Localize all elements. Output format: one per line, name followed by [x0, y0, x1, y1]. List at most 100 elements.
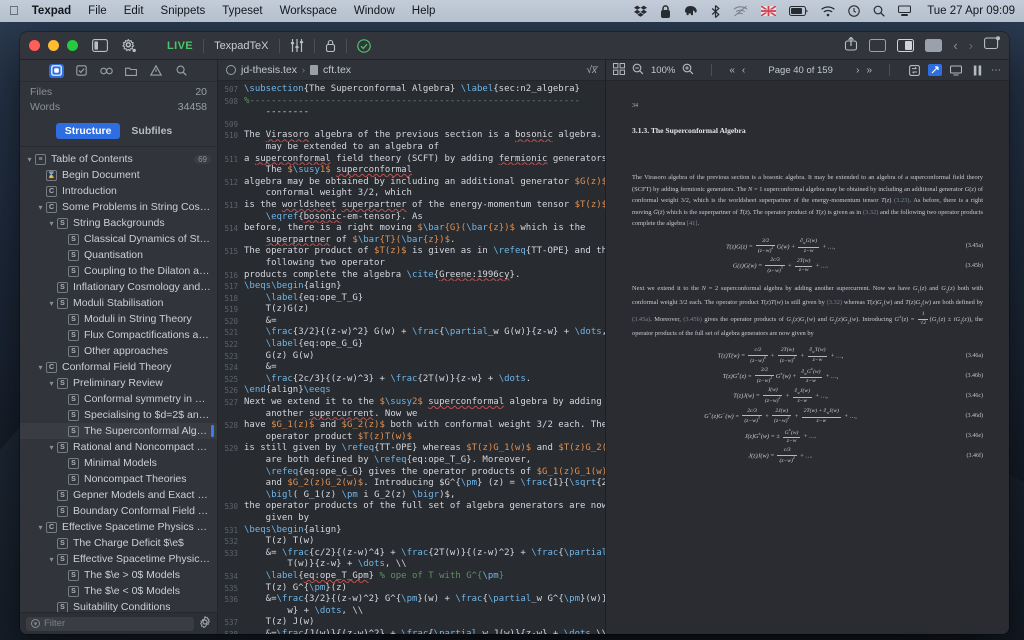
tree-item[interactable]: S Coupling to the Dilaton and B...	[20, 263, 217, 279]
code-line[interactable]: 512 algebra may be obtained by including …	[218, 177, 605, 189]
chevron-down-icon[interactable]: ▾	[46, 555, 57, 564]
code-line[interactable]: superpartner of $\bar{T}(\bar{z})$.	[218, 235, 605, 247]
menu-item-help[interactable]: Help	[412, 5, 436, 17]
layout-pdf-only-button[interactable]	[925, 39, 943, 52]
bluetooth-icon[interactable]	[711, 4, 720, 18]
code-line[interactable]: 524 &=	[218, 362, 605, 374]
breadcrumb-root[interactable]: jd-thesis.tex	[241, 64, 297, 76]
code-line[interactable]: 507 \subsection{The Superconformal Algebr…	[218, 84, 605, 96]
code-line[interactable]: 514 before, there is a right moving $\bar…	[218, 223, 605, 235]
pdf-page-content[interactable]: 34 3.1.3. The Superconformal Algebra The…	[606, 81, 1009, 634]
code-line[interactable]: 513 is the worldsheet superpartner of the…	[218, 200, 605, 212]
tree-item[interactable]: ▾S Effective Spacetime Physics of ...	[20, 551, 217, 567]
link-icon[interactable]	[99, 64, 114, 78]
forward-chevron-icon[interactable]: ›	[969, 38, 973, 53]
chevron-down-icon[interactable]: ▾	[46, 379, 57, 388]
tree-item[interactable]: S Suitability Conditions	[20, 599, 217, 612]
code-line[interactable]: may be extended to an algebra of	[218, 142, 605, 154]
code-line[interactable]: another supercurrent. Now we	[218, 409, 605, 421]
highlight-icon[interactable]	[928, 64, 942, 76]
gear-icon[interactable]	[122, 38, 137, 53]
menu-item-snippets[interactable]: Snippets	[161, 5, 206, 17]
back-chevron-icon[interactable]: ‹	[953, 38, 957, 53]
code-line[interactable]: 529 is still given by \refeq{TT-OPE} wher…	[218, 443, 605, 455]
search-icon[interactable]	[873, 5, 885, 17]
tree-item[interactable]: S The $\e > 0$ Models	[20, 567, 217, 583]
tree-item[interactable]: S The Superconformal Algebra	[20, 423, 217, 439]
tab-subfiles[interactable]: Subfiles	[122, 123, 181, 139]
code-line[interactable]: 525 \frac{2c/3}{(z-w)^3} + \frac{2T(w)}{…	[218, 374, 605, 386]
chevron-down-icon[interactable]: ▾	[35, 523, 46, 532]
last-page-icon[interactable]: »	[866, 65, 872, 76]
tree-item[interactable]: S Conformal symmetry in $d$ di...	[20, 391, 217, 407]
share-icon[interactable]	[844, 36, 858, 56]
code-line[interactable]: 536 &=\frac{3/2}{(z-w)^2} G^{\pm}(w) + \…	[218, 594, 605, 606]
lock-icon[interactable]	[325, 39, 336, 52]
code-line[interactable]: 523 G(z) G(w)	[218, 351, 605, 363]
tree-item[interactable]: S Boundary Conformal Field Theory	[20, 503, 217, 519]
tree-item[interactable]: S Gepner Models and Exact world...	[20, 487, 217, 503]
menu-item-edit[interactable]: Edit	[124, 5, 144, 17]
sqrt-x-icon[interactable]: √x̅	[587, 65, 598, 76]
layout-split-button[interactable]	[897, 39, 915, 52]
menubar-clock[interactable]: Tue 27 Apr 09:09	[927, 5, 1015, 17]
battery-icon[interactable]	[789, 6, 808, 16]
display-icon[interactable]	[898, 5, 912, 17]
code-line[interactable]: \eqref{bosonic-em-tensor}. As	[218, 212, 605, 224]
tree-item[interactable]: S Quantisation	[20, 247, 217, 263]
tree-item[interactable]: S The $\e < 0$ Models	[20, 583, 217, 599]
more-icon[interactable]: ⋯	[991, 65, 1002, 76]
code-line[interactable]: 519 T(z)G(z)	[218, 304, 605, 316]
menu-item-texpad[interactable]: Texpad	[32, 5, 71, 17]
sidebar-settings-gear-icon[interactable]	[199, 614, 211, 633]
tree-item[interactable]: ▾ C Effective Spacetime Physics with ...	[20, 519, 217, 535]
code-line[interactable]: 520 &=	[218, 316, 605, 328]
code-line[interactable]: T(w)}{z-w} + \dots, \\	[218, 559, 605, 571]
code-line[interactable]: \refeq{eq:ope_G_G} gives the operator pr…	[218, 467, 605, 479]
elephant-icon[interactable]	[684, 5, 698, 17]
code-line[interactable]: 526 \end{align}\eeqs	[218, 385, 605, 397]
columns-icon[interactable]	[970, 64, 984, 76]
code-line[interactable]: given by	[218, 513, 605, 525]
code-line[interactable]: conformal weight 3/2, which	[218, 188, 605, 200]
code-line[interactable]: 510 The Virasoro algebra of the previous …	[218, 130, 605, 142]
structure-icon[interactable]	[48, 63, 64, 78]
chevron-down-icon[interactable]: ▾	[24, 155, 35, 164]
zoom-out-icon[interactable]	[632, 63, 644, 78]
code-line[interactable]: and $G_2(z)G_2(w)$. Introducing $G^{\pm}…	[218, 478, 605, 490]
code-line[interactable]: operator product $T(z)T(w)$	[218, 432, 605, 444]
tree-item[interactable]: ▾ S Preliminary Review	[20, 375, 217, 391]
code-line[interactable]: 537 T(z) J(w)	[218, 617, 605, 629]
breadcrumb-file[interactable]: cft.tex	[323, 64, 351, 76]
minimize-button[interactable]	[48, 40, 59, 51]
tree-item[interactable]: S Moduli in String Theory	[20, 311, 217, 327]
code-line[interactable]: 532 T(z) T(w)	[218, 536, 605, 548]
menu-item-window[interactable]: Window	[354, 5, 395, 17]
tree-root-table-of-contents[interactable]: ▾ ≡ Table of Contents 69	[20, 151, 217, 167]
editor-code-area[interactable]: 507 \subsection{The Superconformal Algebr…	[218, 81, 605, 634]
code-line[interactable]: 522 \label{eq:ope_G_G}	[218, 339, 605, 351]
zoom-in-icon[interactable]	[682, 63, 694, 78]
code-line[interactable]: 527 Next we extend it to the $\susy2$ sup…	[218, 397, 605, 409]
code-line[interactable]: \bigl( G_1(z) \pm i G_2(z) \bigr)$,	[218, 490, 605, 502]
code-line[interactable]: 515 The operator product of $T(z)$ is giv…	[218, 246, 605, 258]
search-icon[interactable]	[174, 64, 189, 78]
tree-item[interactable]: ▾C Some Problems in String Cosmolo...	[20, 199, 217, 215]
code-line[interactable]: following two operator	[218, 258, 605, 270]
tree-item[interactable]: S Minimal Models	[20, 455, 217, 471]
code-line[interactable]: 508 %------------------------------------…	[218, 96, 605, 108]
wifi-off-icon[interactable]	[733, 5, 748, 17]
sync-icon[interactable]	[907, 64, 921, 76]
tree-item[interactable]: S Specialising to $d=2$ and the...	[20, 407, 217, 423]
code-line[interactable]: 521 \frac{3/2}{(z-w)^2} G(w) + \frac{\pa…	[218, 327, 605, 339]
code-line[interactable]: --------	[218, 107, 605, 119]
tree-item[interactable]: ▾S Rational and Noncompact Theor...	[20, 439, 217, 455]
chevron-down-icon[interactable]: ▾	[46, 299, 57, 308]
code-line[interactable]: 530 the operator products of the full set…	[218, 501, 605, 513]
tree-item[interactable]: S Other approaches	[20, 343, 217, 359]
code-line[interactable]: 534 \label{eq:ope_T_Gpm} % ope of T with…	[218, 571, 605, 583]
tree-item[interactable]: C Introduction	[20, 183, 217, 199]
close-button[interactable]	[29, 40, 40, 51]
document-structure-tree[interactable]: ▾ ≡ Table of Contents 69 ⌛ Begin Document…	[20, 147, 217, 612]
new-window-icon[interactable]	[984, 36, 1000, 55]
